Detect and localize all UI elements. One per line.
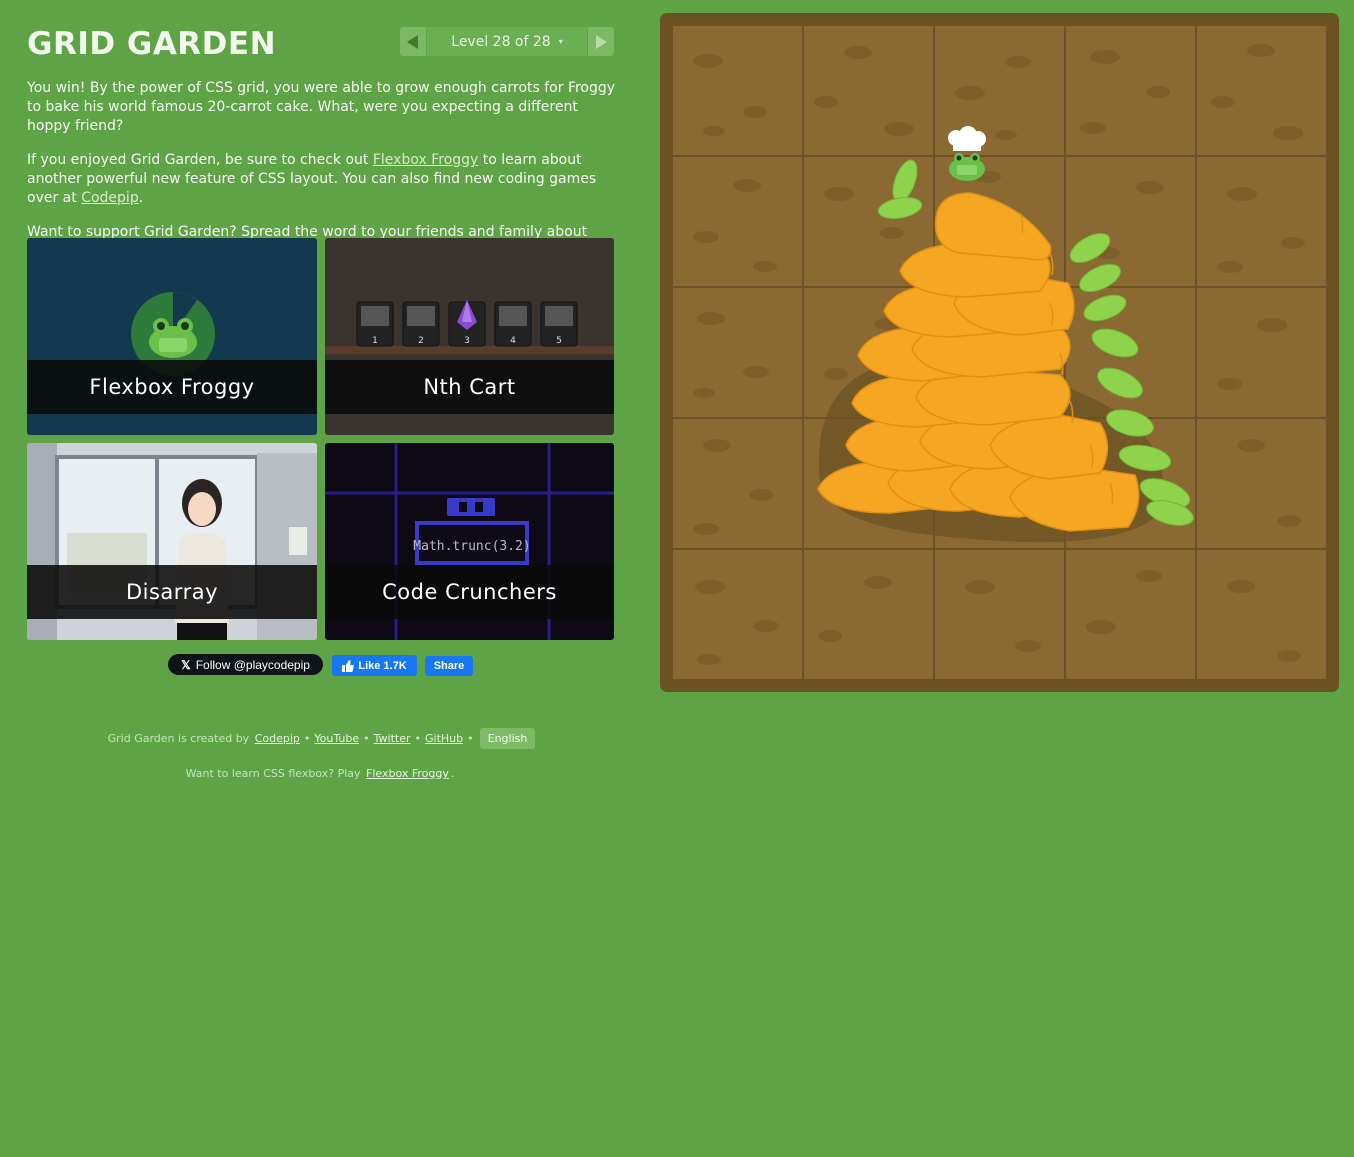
footer-link-flexbox-froggy[interactable]: Flexbox Froggy xyxy=(366,767,449,780)
game-card-flexbox-froggy[interactable]: Flexbox Froggy xyxy=(27,238,317,435)
footer-link-codepip[interactable]: Codepip xyxy=(255,732,300,745)
garden-plot xyxy=(1065,25,1196,156)
garden-plot xyxy=(1065,549,1196,680)
chevron-down-icon: ▾ xyxy=(558,37,563,46)
footer-credits: Grid Garden is created by Codepip • YouT… xyxy=(0,727,640,749)
garden-plot xyxy=(672,418,803,549)
game-card-disarray[interactable]: Disarray xyxy=(27,443,317,640)
game-card-nth-cart[interactable]: 1 2 3 4 5 Nth Cart xyxy=(325,238,614,435)
flexbox-froggy-link[interactable]: Flexbox Froggy xyxy=(373,152,478,168)
card-label: Nth Cart xyxy=(325,360,614,414)
level-label: Level 28 of 28 xyxy=(451,33,551,50)
cart-number-2: 2 xyxy=(418,336,424,346)
promo-message: If you enjoyed Grid Garden, be sure to c… xyxy=(27,152,597,206)
garden-plot xyxy=(803,549,934,680)
page-title: GRID GARDEN xyxy=(27,26,277,62)
page: GRID GARDEN Level 28 of 28 ▾ You win! By… xyxy=(0,0,1354,1157)
garden-plot xyxy=(1065,156,1196,287)
footer-flexbox-promo: Want to learn CSS flexbox? Play Flexbox … xyxy=(185,767,455,780)
garden-plot xyxy=(934,287,1065,418)
garden-plot xyxy=(1065,287,1196,418)
cart-number-1: 1 xyxy=(372,336,378,346)
thumbs-up-icon xyxy=(342,659,355,672)
garden-plot xyxy=(1196,287,1327,418)
level-indicator[interactable]: Level 28 of 28 ▾ xyxy=(427,27,587,56)
cart-number-5: 5 xyxy=(556,336,562,346)
language-selector[interactable]: English xyxy=(479,727,536,749)
garden-plot xyxy=(803,25,934,156)
card-label: Disarray xyxy=(27,565,317,619)
cart-number-4: 4 xyxy=(510,336,516,346)
garden-plot xyxy=(803,287,934,418)
like-label: Like 1.7K xyxy=(358,659,407,672)
garden-board xyxy=(660,13,1339,692)
garden-plot xyxy=(1065,418,1196,549)
footer: Grid Garden is created by Codepip • YouT… xyxy=(0,727,640,780)
win-message: You win! By the power of CSS grid, you w… xyxy=(27,80,616,134)
arrow-left-icon xyxy=(407,34,418,49)
next-level-button[interactable] xyxy=(588,27,614,56)
garden-plot xyxy=(1196,25,1327,156)
follow-label: Follow @playcodepip xyxy=(195,657,310,672)
garden-plot xyxy=(803,418,934,549)
garden-plot xyxy=(672,25,803,156)
garden-grid xyxy=(672,25,1327,680)
twitter-follow-button[interactable]: 𝕏 Follow @playcodepip xyxy=(168,654,323,675)
game-card-code-crunchers[interactable]: Math.trunc(3.2) Code Crunchers xyxy=(325,443,614,640)
footer-link-twitter[interactable]: Twitter xyxy=(374,732,411,745)
card-label: Flexbox Froggy xyxy=(27,360,317,414)
garden-plot xyxy=(672,287,803,418)
x-logo-icon: 𝕏 xyxy=(181,657,191,672)
code-expression: Math.trunc(3.2) xyxy=(413,539,530,554)
garden-plot xyxy=(1196,156,1327,287)
game-cards: Flexbox Froggy 1 2 3 4 5 Nth Cart Disarr… xyxy=(27,238,614,640)
garden-plot xyxy=(672,549,803,680)
codepip-link[interactable]: Codepip xyxy=(81,190,139,206)
footer-link-github[interactable]: GitHub xyxy=(425,732,463,745)
card-label: Code Crunchers xyxy=(325,565,614,619)
garden-plot xyxy=(934,418,1065,549)
garden-plot xyxy=(1196,418,1327,549)
cart-number-3: 3 xyxy=(464,336,470,346)
garden-plot xyxy=(934,25,1065,156)
garden-plot xyxy=(1196,549,1327,680)
arrow-right-icon xyxy=(596,34,607,49)
facebook-like-button[interactable]: Like 1.7K xyxy=(332,655,417,676)
previous-level-button[interactable] xyxy=(400,27,426,56)
garden-plot xyxy=(803,156,934,287)
footer-link-youtube[interactable]: YouTube xyxy=(314,732,359,745)
facebook-share-button[interactable]: Share xyxy=(425,656,473,676)
garden-plot xyxy=(934,549,1065,680)
level-navigation: Level 28 of 28 ▾ xyxy=(400,27,614,56)
garden-plot xyxy=(672,156,803,287)
garden-plot xyxy=(934,156,1065,287)
